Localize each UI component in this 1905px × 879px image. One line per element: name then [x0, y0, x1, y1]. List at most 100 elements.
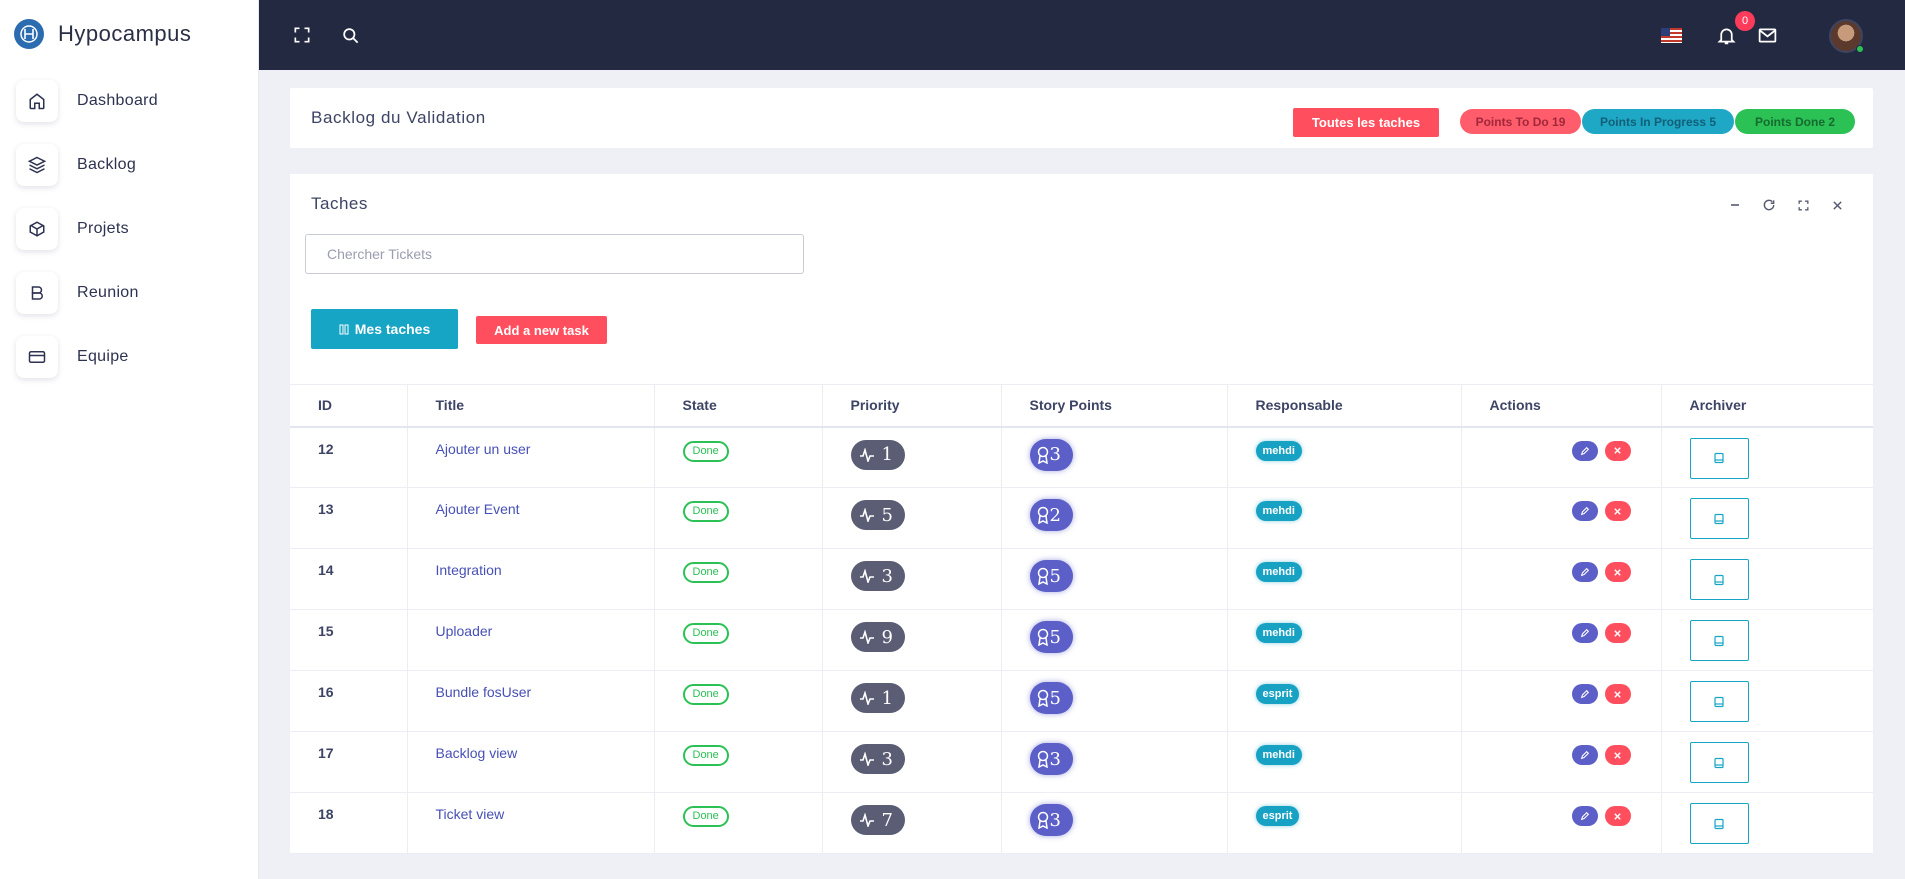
archive-task-button[interactable] — [1689, 559, 1749, 600]
sidebar-item-backlog[interactable]: Backlog — [16, 144, 136, 186]
state-badge: Done — [682, 745, 729, 766]
task-title-link[interactable]: Ticket view — [436, 806, 505, 822]
column-header-title[interactable]: Title — [406, 384, 654, 428]
points-in-progress-badge[interactable]: Points In Progress 5 — [1582, 109, 1734, 134]
delete-task-button[interactable] — [1604, 440, 1631, 461]
state-badge: Done — [682, 562, 729, 583]
column-header-story-points[interactable]: Story Points — [1000, 384, 1227, 428]
edit-task-button[interactable] — [1571, 440, 1598, 461]
task-title-link[interactable]: Bundle fosUser — [436, 684, 532, 700]
cell-id: 16 — [290, 670, 407, 732]
delete-task-button[interactable] — [1604, 745, 1631, 765]
search-tickets-input[interactable] — [305, 234, 804, 274]
column-header-actions: Actions — [1460, 384, 1661, 428]
cell-state: Done — [653, 792, 822, 854]
cell-id: 14 — [290, 548, 407, 610]
pencil-icon — [1580, 628, 1589, 638]
task-title-link[interactable]: Ajouter un user — [436, 441, 531, 457]
story-points-badge: 2 — [1029, 499, 1073, 531]
bell-icon[interactable] — [1714, 23, 1738, 47]
task-title-link[interactable]: Ajouter Event — [436, 501, 520, 517]
minimize-icon[interactable] — [1727, 197, 1743, 213]
cell-priority: 3 — [821, 731, 1001, 793]
priority-value: 3 — [881, 748, 893, 770]
state-badge: Done — [682, 440, 729, 462]
refresh-icon[interactable] — [1761, 197, 1777, 213]
delete-task-button[interactable] — [1604, 562, 1631, 582]
all-tasks-button[interactable]: Toutes les taches — [1293, 108, 1439, 137]
my-tasks-button[interactable]: Mes taches — [311, 309, 458, 349]
archive-task-button[interactable] — [1689, 681, 1749, 722]
sidebar-item-dashboard[interactable]: Dashboard — [16, 80, 158, 122]
cell-state: Done — [653, 731, 822, 793]
activity-icon — [859, 569, 874, 583]
archive-icon — [1714, 452, 1724, 464]
row-actions — [1571, 745, 1631, 765]
column-header-priority[interactable]: Priority — [821, 384, 1001, 428]
delete-task-button[interactable] — [1604, 501, 1631, 521]
brand[interactable]: Hypocampus — [14, 18, 191, 50]
column-header-responsable[interactable]: Responsable — [1226, 384, 1461, 428]
close-icon[interactable] — [1829, 197, 1845, 213]
award-icon — [1037, 506, 1048, 524]
tasks-card-title: Taches — [311, 194, 368, 213]
edit-task-button[interactable] — [1571, 745, 1598, 765]
priority-value: 7 — [881, 809, 893, 831]
edit-task-button[interactable] — [1571, 684, 1598, 704]
tasks-table: ID Title State Priority Story Points Res… — [290, 384, 1873, 854]
cell-responsable: esprit — [1226, 792, 1461, 854]
cell-archiver — [1660, 487, 1873, 549]
table-row: 17 Backlog view Done 3 3 mehdi — [290, 731, 1873, 793]
task-title-link[interactable]: Backlog view — [436, 745, 518, 761]
priority-badge: 3 — [850, 744, 905, 774]
cell-state: Done — [653, 426, 822, 488]
sidebar-item-label: Reunion — [77, 284, 139, 301]
cell-story-points: 5 — [1000, 609, 1227, 671]
edit-task-button[interactable] — [1571, 623, 1598, 643]
row-actions — [1571, 562, 1631, 582]
activity-icon — [859, 508, 874, 522]
edit-task-button[interactable] — [1571, 806, 1598, 826]
archive-task-button[interactable] — [1689, 498, 1749, 539]
cell-id: 17 — [290, 731, 407, 793]
delete-task-button[interactable] — [1604, 623, 1631, 643]
delete-task-button[interactable] — [1604, 684, 1631, 704]
us-flag-icon[interactable] — [1661, 28, 1682, 43]
archive-task-button[interactable] — [1689, 620, 1749, 661]
activity-icon — [859, 630, 874, 644]
priority-badge: 3 — [850, 561, 905, 591]
add-task-button[interactable]: Add a new task — [476, 316, 607, 344]
column-header-state[interactable]: State — [653, 384, 822, 428]
cell-id: 12 — [290, 426, 407, 488]
sidebar-item-projets[interactable]: Projets — [16, 208, 129, 250]
sidebar-item-reunion[interactable]: Reunion — [16, 272, 139, 314]
fullscreen-icon[interactable] — [290, 23, 314, 47]
table-row: 12 Ajouter un user Done 1 3 mehdi — [290, 426, 1873, 488]
edit-task-button[interactable] — [1571, 501, 1598, 521]
expand-icon[interactable] — [1795, 197, 1811, 213]
archive-task-button[interactable] — [1689, 803, 1749, 844]
award-icon — [1037, 446, 1048, 464]
close-icon — [1614, 690, 1621, 698]
state-badge: Done — [682, 684, 729, 705]
points-done-badge[interactable]: Points Done 2 — [1735, 109, 1855, 134]
points-todo-badge[interactable]: Points To Do 19 — [1460, 109, 1581, 134]
award-icon — [1037, 811, 1048, 829]
sidebar-item-equipe[interactable]: Equipe — [16, 336, 129, 378]
pencil-icon — [1580, 811, 1589, 821]
archive-task-button[interactable] — [1689, 742, 1749, 783]
task-title-link[interactable]: Uploader — [436, 623, 493, 639]
search-icon[interactable] — [338, 23, 362, 47]
archive-task-button[interactable] — [1689, 437, 1749, 479]
cell-title: Backlog view — [406, 731, 654, 793]
cell-story-points: 3 — [1000, 426, 1227, 488]
task-title-link[interactable]: Integration — [436, 562, 502, 578]
priority-badge: 5 — [850, 500, 905, 530]
cell-state: Done — [653, 609, 822, 671]
priority-badge: 7 — [850, 805, 905, 835]
story-points-badge: 3 — [1029, 438, 1073, 471]
edit-task-button[interactable] — [1571, 562, 1598, 582]
mail-icon[interactable] — [1755, 23, 1779, 47]
delete-task-button[interactable] — [1604, 806, 1631, 826]
column-header-id[interactable]: ID — [290, 384, 407, 428]
